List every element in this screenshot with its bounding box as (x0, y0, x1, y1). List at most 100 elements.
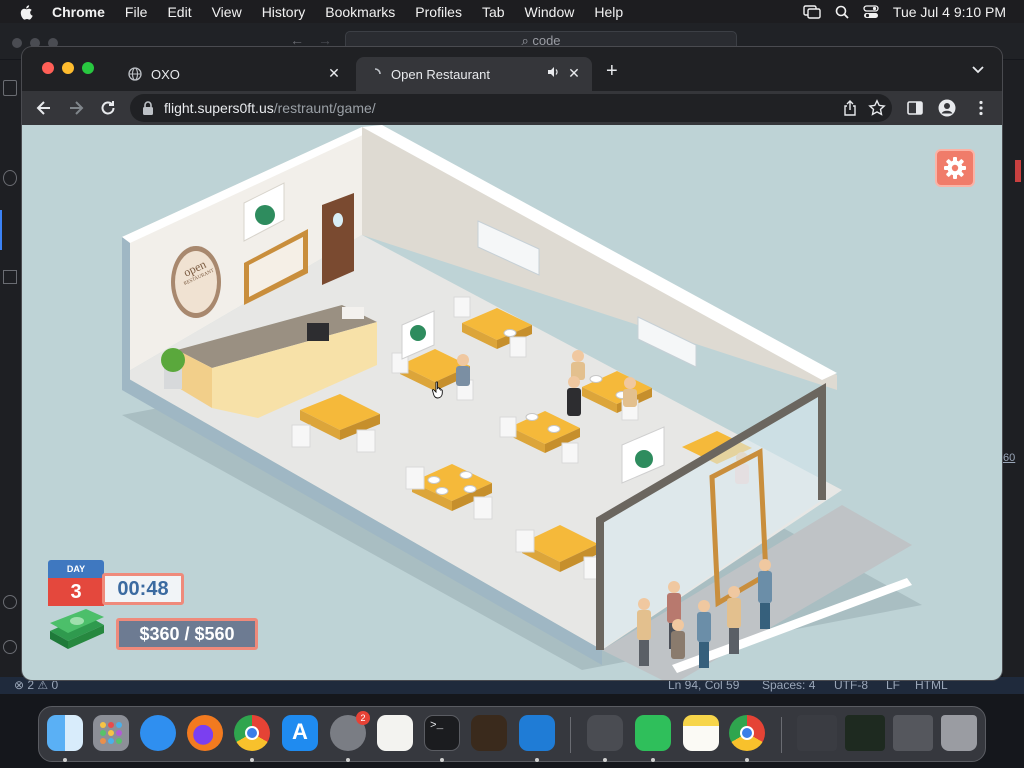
numbers-icon[interactable] (635, 715, 671, 751)
menubar-clock[interactable]: Tue Jul 4 9:10 PM (893, 4, 1006, 20)
url-text: flight.supers0ft.us/restraunt/game/ (164, 100, 376, 116)
tab-strip: OXO ✕ Open Restaurant ✕ + (22, 47, 1002, 91)
apple-icon[interactable] (18, 3, 36, 21)
tab-open-restaurant[interactable]: Open Restaurant ✕ (356, 57, 592, 91)
url-path: /restraunt/game/ (273, 100, 376, 116)
firefox-icon[interactable] (187, 715, 223, 751)
terminal-icon[interactable]: >_ (424, 715, 460, 751)
running-indicator (63, 758, 67, 762)
vscode-icon[interactable] (519, 715, 555, 751)
menu-app-name[interactable]: Chrome (52, 4, 105, 20)
menu-view[interactable]: View (212, 4, 242, 20)
explorer-icon[interactable] (3, 80, 17, 96)
globe-icon (128, 67, 142, 81)
profile-avatar-icon[interactable] (938, 99, 956, 117)
menu-edit[interactable]: Edit (167, 4, 191, 20)
money-progress: $360 / $560 (116, 618, 258, 650)
launchpad-grid-icon (100, 722, 122, 744)
running-indicator (535, 758, 539, 762)
menu-file[interactable]: File (125, 4, 148, 20)
running-indicator (250, 758, 254, 762)
menu-tab[interactable]: Tab (482, 4, 505, 20)
running-indicator (346, 758, 350, 762)
menu-history[interactable]: History (262, 4, 306, 20)
screen-mirroring-icon[interactable] (803, 4, 821, 19)
side-panel-icon[interactable] (906, 99, 924, 117)
trash-icon[interactable] (941, 715, 977, 751)
tab-close-icon[interactable]: ✕ (326, 65, 342, 81)
menu-window[interactable]: Window (525, 4, 575, 20)
address-bar[interactable]: flight.supers0ft.us/restraunt/game/ (130, 94, 892, 122)
status-problems[interactable]: ⊗ 2 ⚠ 0 (14, 678, 58, 692)
status-language[interactable]: HTML (915, 678, 948, 692)
game-viewport[interactable]: open RESTAURANT DAY 3 00:48 $360 / $560 (22, 125, 1002, 680)
browser-toolbar: flight.supers0ft.us/restraunt/game/ (22, 91, 1002, 125)
finder-icon[interactable] (47, 715, 83, 751)
app-store-icon[interactable]: A (282, 715, 318, 751)
recent-window-thumbnail[interactable] (845, 715, 885, 751)
back-arrow-icon[interactable] (34, 98, 54, 118)
new-tab-button[interactable]: + (606, 61, 618, 81)
chrome-icon[interactable] (234, 715, 270, 751)
status-encoding[interactable]: UTF-8 (834, 678, 868, 692)
settings-button[interactable] (935, 149, 975, 187)
audio-playing-icon[interactable] (546, 65, 560, 79)
tab-close-icon[interactable]: ✕ (566, 65, 582, 81)
tab-title: Open Restaurant (391, 66, 491, 82)
bookmark-star-icon[interactable] (868, 99, 886, 117)
share-icon[interactable] (842, 100, 858, 116)
hand-cursor-icon (432, 381, 443, 399)
source-control-icon[interactable] (3, 170, 17, 186)
menu-bar: Chrome File Edit View History Bookmarks … (0, 0, 1024, 23)
reload-icon[interactable] (98, 98, 118, 118)
textedit-icon[interactable] (377, 715, 413, 751)
status-spaces[interactable]: Spaces: 4 (762, 678, 815, 692)
tab-title: OXO (151, 66, 180, 82)
plant-leaves (161, 348, 185, 372)
recent-window-thumbnail[interactable] (893, 715, 933, 751)
garageband-icon[interactable] (471, 715, 507, 751)
status-eol[interactable]: LF (886, 678, 900, 692)
running-indicator (440, 758, 444, 762)
running-indicator (745, 758, 749, 762)
vscode-search-text: code (532, 33, 561, 48)
spotlight-search-icon[interactable] (835, 5, 849, 19)
left-wall-edge (122, 237, 130, 387)
calculator-icon[interactable] (587, 715, 623, 751)
extensions-icon[interactable] (3, 270, 17, 284)
forward-arrow-icon[interactable] (66, 98, 86, 118)
account-icon[interactable] (3, 595, 17, 609)
status-position[interactable]: Ln 94, Col 59 (668, 678, 739, 692)
manage-gear-icon[interactable] (3, 640, 17, 654)
dock: A 2 >_ (38, 706, 986, 762)
terminal-prompt: >_ (430, 720, 444, 732)
browser-window: OXO ✕ Open Restaurant ✕ + flight.supers0… (22, 47, 1002, 680)
vscode-back-icon[interactable]: ← (290, 32, 304, 48)
window-close-button[interactable] (42, 62, 54, 74)
lock-icon[interactable] (142, 101, 154, 115)
launchpad-icon[interactable] (93, 715, 129, 751)
menu-bookmarks[interactable]: Bookmarks (325, 4, 395, 20)
chrome-menu-icon[interactable] (972, 99, 990, 117)
control-center-icon[interactable] (863, 4, 879, 19)
tab-search-chevron-icon[interactable] (970, 61, 986, 77)
loading-spinner-icon (374, 68, 381, 75)
window-minimize-button[interactable] (62, 62, 74, 74)
table-sign-icon (410, 325, 426, 341)
tab-oxo[interactable]: OXO ✕ (116, 57, 352, 91)
system-settings-icon[interactable]: 2 (330, 711, 370, 751)
vscode-close-dot (12, 38, 22, 48)
minimap-marker (1015, 160, 1021, 182)
menu-help[interactable]: Help (594, 4, 623, 20)
vscode-forward-icon[interactable]: → (318, 32, 332, 48)
recent-window-thumbnail[interactable] (797, 715, 837, 751)
running-indicator (603, 758, 607, 762)
safari-icon[interactable] (140, 715, 176, 751)
menu-profiles[interactable]: Profiles (415, 4, 462, 20)
dock-separator (570, 717, 571, 753)
day-label: DAY (48, 560, 104, 578)
door-window (333, 213, 343, 227)
notes-icon[interactable] (683, 715, 719, 751)
window-zoom-button[interactable] (82, 62, 94, 74)
chrome-2-icon[interactable] (729, 715, 765, 751)
